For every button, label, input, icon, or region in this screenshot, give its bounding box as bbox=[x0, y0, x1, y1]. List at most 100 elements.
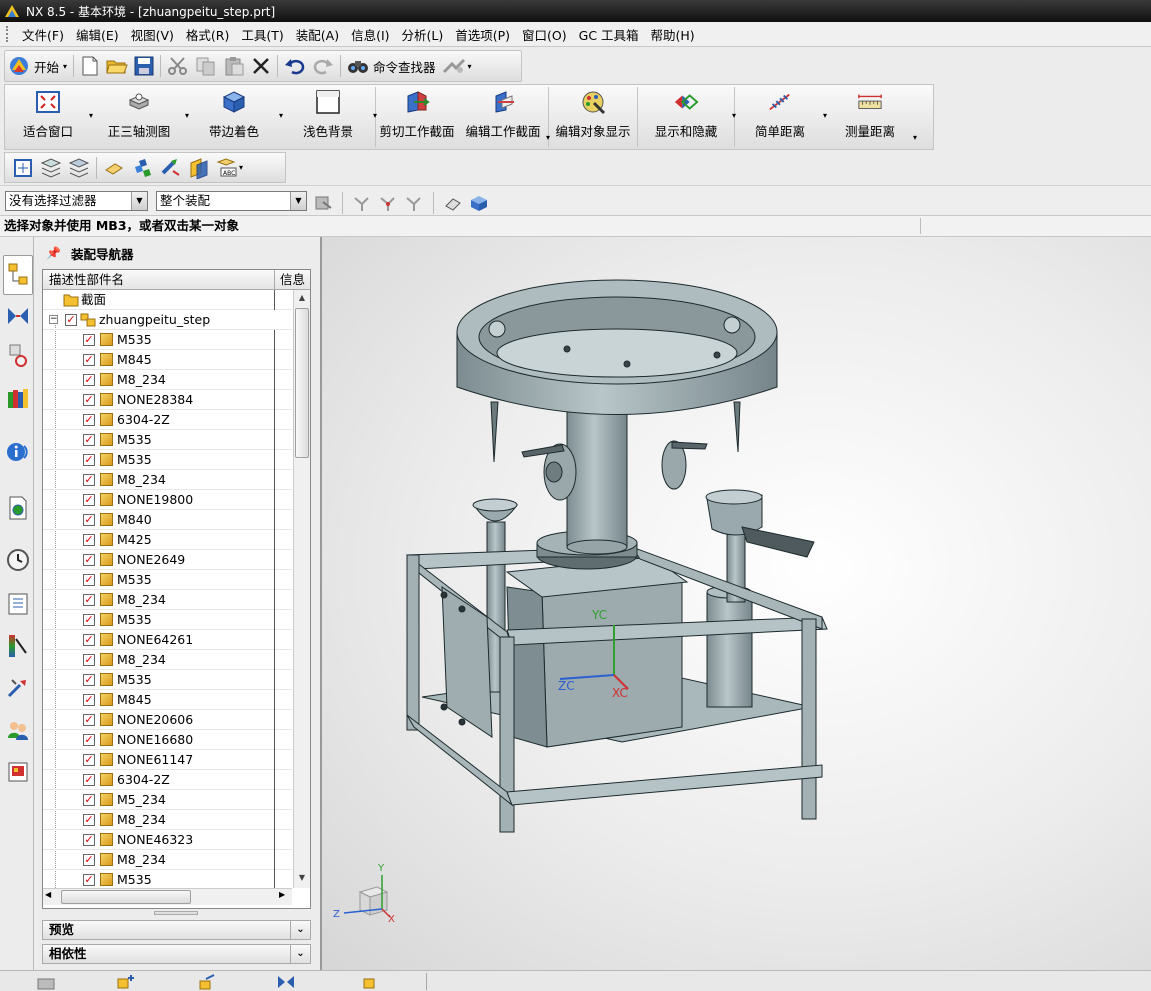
constraint-navigator-tab[interactable] bbox=[5, 301, 31, 331]
tree-node-component[interactable]: ✓ NONE28384 bbox=[43, 390, 292, 410]
checkbox-checked-icon[interactable]: ✓ bbox=[83, 494, 95, 506]
checkbox-checked-icon[interactable]: ✓ bbox=[83, 634, 95, 646]
shaded-edges-button[interactable]: 带边着色 ▾ bbox=[187, 85, 283, 149]
checkbox-checked-icon[interactable]: ✓ bbox=[83, 774, 95, 786]
redo-button[interactable] bbox=[309, 52, 337, 80]
start-button[interactable]: 开始 ▾ bbox=[5, 52, 70, 80]
menu-format[interactable]: 格式(R) bbox=[180, 25, 235, 44]
measure-dropdown-icon[interactable]: ▾ bbox=[913, 133, 917, 142]
scroll-thumb[interactable] bbox=[61, 890, 191, 904]
tree-node-component[interactable]: ✓ M535 bbox=[43, 450, 292, 470]
tree-node-component[interactable]: ✓ M535 bbox=[43, 330, 292, 350]
tree-node-component[interactable]: ✓ M5_234 bbox=[43, 790, 292, 810]
process-studio-tab[interactable] bbox=[5, 589, 31, 619]
scroll-up-icon[interactable]: ▲ bbox=[294, 290, 310, 306]
menu-information[interactable]: 信息(I) bbox=[345, 25, 395, 44]
menu-help[interactable]: 帮助(H) bbox=[645, 25, 701, 44]
tree-node-component[interactable]: ✓ M535 bbox=[43, 610, 292, 630]
tree-node-component[interactable]: ✓ NONE61147 bbox=[43, 750, 292, 770]
tree-node-component[interactable]: ✓ M535 bbox=[43, 870, 292, 888]
chevron-down-icon[interactable]: ▼ bbox=[290, 192, 306, 210]
palette-tab[interactable] bbox=[5, 757, 31, 787]
tree-node-component[interactable]: ✓ NONE16680 bbox=[43, 730, 292, 750]
fit-window-button[interactable]: 适合窗口 ▾ bbox=[5, 85, 93, 149]
toolbar-options-icon[interactable]: ▾ bbox=[239, 163, 243, 172]
checkbox-checked-icon[interactable]: ✓ bbox=[83, 714, 95, 726]
preview-section[interactable]: 预览 ⌄ bbox=[42, 920, 311, 940]
dependency-section[interactable]: 相依性 ⌄ bbox=[42, 944, 311, 964]
new-parent-icon[interactable] bbox=[198, 973, 218, 990]
checkbox-checked-icon[interactable]: ✓ bbox=[65, 314, 77, 326]
checkbox-checked-icon[interactable]: ✓ bbox=[83, 474, 95, 486]
menu-edit[interactable]: 编辑(E) bbox=[70, 25, 125, 44]
vertical-scrollbar[interactable]: ▲ ▼ bbox=[293, 290, 310, 888]
collapse-icon[interactable]: − bbox=[49, 315, 58, 324]
clip-section-button[interactable]: 剪切工作截面 bbox=[376, 85, 458, 149]
edit-section-button[interactable]: 编辑工作截面 ▾ bbox=[458, 85, 550, 149]
checkbox-checked-icon[interactable]: ✓ bbox=[83, 554, 95, 566]
tree-node-component[interactable]: ✓ NONE20606 bbox=[43, 710, 292, 730]
checkbox-checked-icon[interactable]: ✓ bbox=[83, 454, 95, 466]
assembly-navigator-tab[interactable] bbox=[3, 255, 33, 295]
tree-node-component[interactable]: ✓ M8_234 bbox=[43, 650, 292, 670]
move-component-button[interactable] bbox=[156, 154, 184, 182]
information-tab[interactable] bbox=[5, 437, 31, 467]
trimetric-view-button[interactable]: 正三轴测图 ▾ bbox=[91, 85, 189, 149]
scroll-left-icon[interactable]: ◀ bbox=[45, 890, 51, 899]
menu-gc-toolkit[interactable]: GC 工具箱 bbox=[573, 25, 645, 44]
checkbox-checked-icon[interactable]: ✓ bbox=[83, 674, 95, 686]
edit-object-display-button[interactable]: 编辑对象显示 bbox=[549, 85, 637, 149]
graphics-window[interactable]: YC ZC XC Y Z X bbox=[322, 237, 1151, 970]
checkbox-checked-icon[interactable]: ✓ bbox=[83, 434, 95, 446]
chevron-down-icon[interactable]: ▼ bbox=[131, 192, 147, 210]
checkbox-checked-icon[interactable]: ✓ bbox=[83, 574, 95, 586]
checkbox-checked-icon[interactable]: ✓ bbox=[83, 854, 95, 866]
tree-node-component[interactable]: ✓ NONE46323 bbox=[43, 830, 292, 850]
roles-tab[interactable] bbox=[5, 673, 31, 703]
tree-node-component[interactable]: ✓ M8_234 bbox=[43, 810, 292, 830]
part-navigator-tab[interactable] bbox=[5, 341, 31, 371]
mate-component-button[interactable] bbox=[184, 154, 212, 182]
cut-button[interactable] bbox=[164, 52, 192, 80]
web-browser-tab[interactable] bbox=[5, 493, 31, 523]
layer-settings-button[interactable] bbox=[37, 154, 65, 182]
light-background-button[interactable]: 浅色背景 ▾ bbox=[281, 85, 377, 149]
tree-node-component[interactable]: ✓ M535 bbox=[43, 570, 292, 590]
checkbox-checked-icon[interactable]: ✓ bbox=[83, 354, 95, 366]
move-to-layer-button[interactable] bbox=[65, 154, 93, 182]
scroll-right-icon[interactable]: ▶ bbox=[279, 890, 285, 899]
tree-node-component[interactable]: ✓ M8_234 bbox=[43, 850, 292, 870]
menu-view[interactable]: 视图(V) bbox=[125, 25, 180, 44]
checkbox-checked-icon[interactable]: ✓ bbox=[83, 834, 95, 846]
checkbox-checked-icon[interactable]: ✓ bbox=[83, 414, 95, 426]
select-body-icon[interactable] bbox=[469, 194, 489, 212]
checkbox-checked-icon[interactable]: ✓ bbox=[83, 374, 95, 386]
pin-icon[interactable]: 📌 bbox=[46, 246, 61, 260]
drawing-text-button[interactable]: ABC ▾ bbox=[212, 154, 246, 182]
history-tab[interactable] bbox=[5, 545, 31, 575]
menu-tools[interactable]: 工具(T) bbox=[235, 25, 289, 44]
delete-button[interactable] bbox=[248, 52, 274, 80]
type-filter-select[interactable]: 没有选择过滤器 ▼ bbox=[5, 191, 148, 211]
tree-node-component[interactable]: ✓ NONE64261 bbox=[43, 630, 292, 650]
scroll-thumb[interactable] bbox=[295, 308, 309, 458]
menu-analysis[interactable]: 分析(L) bbox=[396, 25, 450, 44]
add-part-icon[interactable] bbox=[116, 973, 136, 990]
reuse-library-tab[interactable] bbox=[5, 383, 31, 413]
tree-node-component[interactable]: ✓ 6304-2Z bbox=[43, 770, 292, 790]
selection-scope-select[interactable]: 整个装配 ▼ bbox=[156, 191, 307, 211]
horizontal-scrollbar[interactable]: ◀ ▶ bbox=[43, 888, 292, 905]
manufacturing-wizard-tab[interactable] bbox=[5, 631, 31, 661]
tree-node-component[interactable]: ✓ M8_234 bbox=[43, 370, 292, 390]
assembly-model[interactable]: YC ZC XC Y Z X bbox=[322, 237, 1151, 970]
constraint-icon[interactable] bbox=[276, 973, 296, 990]
checkbox-checked-icon[interactable]: ✓ bbox=[83, 734, 95, 746]
checkbox-checked-icon[interactable]: ✓ bbox=[83, 814, 95, 826]
column-header-part-name[interactable]: 描述性部件名 bbox=[49, 270, 124, 290]
checkbox-checked-icon[interactable]: ✓ bbox=[83, 794, 95, 806]
checkbox-checked-icon[interactable]: ✓ bbox=[83, 754, 95, 766]
menu-assembly[interactable]: 装配(A) bbox=[290, 25, 345, 44]
snap-point-icon[interactable] bbox=[352, 194, 372, 212]
measure-distance-button[interactable]: 测量距离 ▾ bbox=[825, 85, 917, 149]
column-header-info[interactable]: 信息 bbox=[274, 270, 310, 290]
